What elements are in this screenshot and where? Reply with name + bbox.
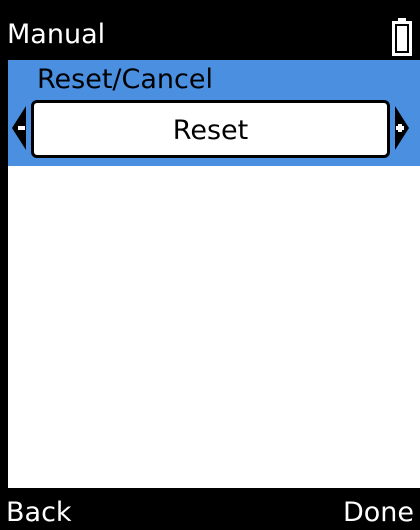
settings-list: Reset/Cancel Reset	[8, 60, 420, 488]
softkey-bar: Back Done	[0, 488, 420, 530]
title-bar: Manual	[0, 0, 420, 60]
arrow-left-minus-icon[interactable]	[10, 106, 28, 150]
back-softkey[interactable]: Back	[6, 496, 72, 530]
screen-title: Manual	[7, 19, 106, 50]
value-selector[interactable]: Reset	[31, 100, 390, 158]
done-softkey[interactable]: Done	[343, 496, 414, 530]
arrow-right-plus-icon[interactable]	[393, 106, 411, 150]
setting-row-reset-cancel[interactable]: Reset/Cancel Reset	[8, 60, 420, 166]
selected-value: Reset	[172, 115, 249, 146]
setting-label: Reset/Cancel	[37, 64, 213, 95]
battery-icon	[392, 18, 412, 56]
phone-screen: Manual Reset/Cancel Reset Back Done	[0, 0, 420, 530]
